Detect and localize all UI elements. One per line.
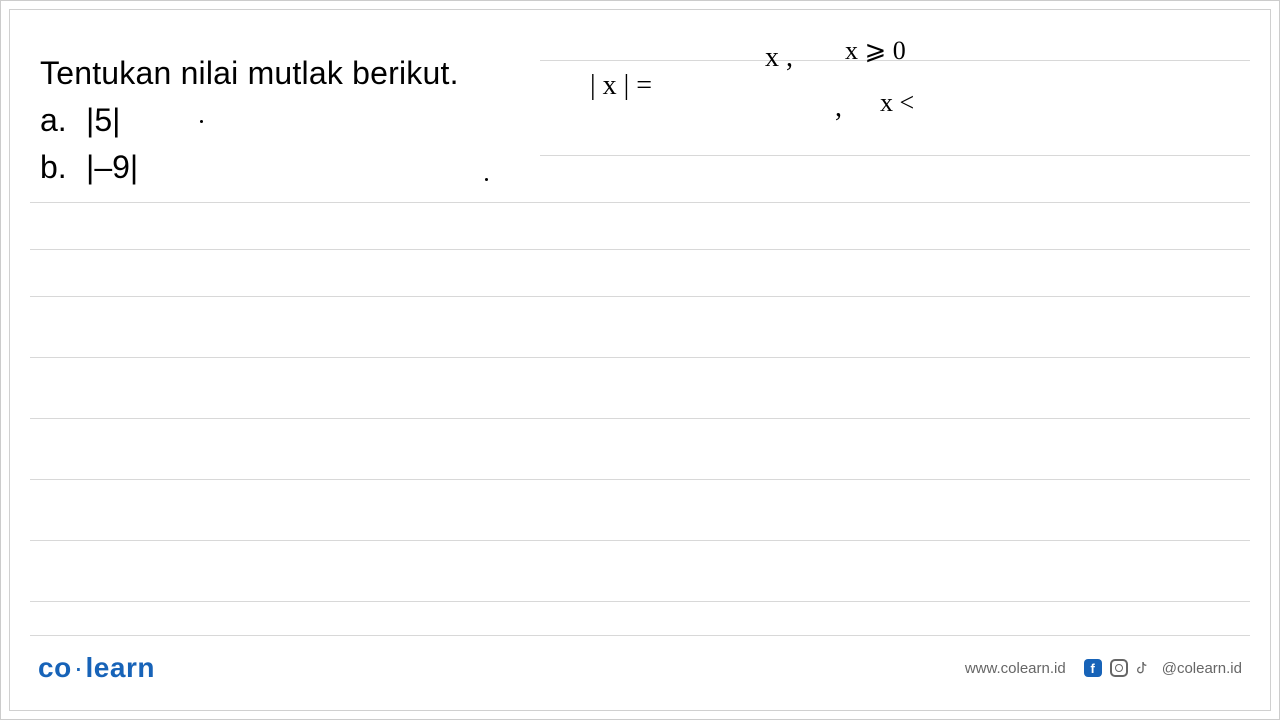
dot-mark [485,178,488,181]
ruled-line [30,479,1250,480]
footer-right: www.colearn.id f @colearn.id [965,659,1242,677]
ruled-line [30,202,1250,203]
dot-mark [200,120,203,123]
brand-logo: co·learn [38,652,155,684]
facebook-icon: f [1084,659,1102,677]
question-title: Tentukan nilai mutlak berikut. [40,52,459,95]
question-block: Tentukan nilai mutlak berikut. a. |5| b.… [40,52,459,190]
item-letter: b. [40,146,68,189]
question-item-a: a. |5| [40,99,459,142]
handwriting-abs-eq: | x | = [590,70,652,102]
ruled-line [30,249,1250,250]
logo-dot: · [74,652,84,683]
handwriting-case2-comma: , [835,92,842,124]
ruled-line [30,357,1250,358]
handwriting-case1-cond: x ⩾ 0 [845,36,906,66]
ruled-line [30,540,1250,541]
logo-text-2: learn [86,652,155,683]
ruled-line [30,296,1250,297]
item-expr: |–9| [86,146,138,189]
content-area: Tentukan nilai mutlak berikut. a. |5| b.… [30,40,1250,630]
social-handle: @colearn.id [1162,660,1242,677]
logo-text-1: co [38,652,72,683]
ruled-line [540,155,1250,156]
footer-url: www.colearn.id [965,660,1066,677]
tiktok-icon [1136,659,1154,677]
instagram-icon [1110,659,1128,677]
ruled-line [30,601,1250,602]
question-item-b: b. |–9| [40,146,459,189]
item-expr: |5| [86,99,120,142]
page-frame: Tentukan nilai mutlak berikut. a. |5| b.… [9,9,1271,711]
ruled-line [30,418,1250,419]
ruled-line [30,635,1250,636]
social-icons: f @colearn.id [1084,659,1242,677]
handwriting-case2-cond: x < [880,88,914,118]
footer: co·learn www.colearn.id f @colearn.id [38,648,1242,688]
handwriting-case1-value: x , [765,42,793,74]
item-letter: a. [40,99,68,142]
